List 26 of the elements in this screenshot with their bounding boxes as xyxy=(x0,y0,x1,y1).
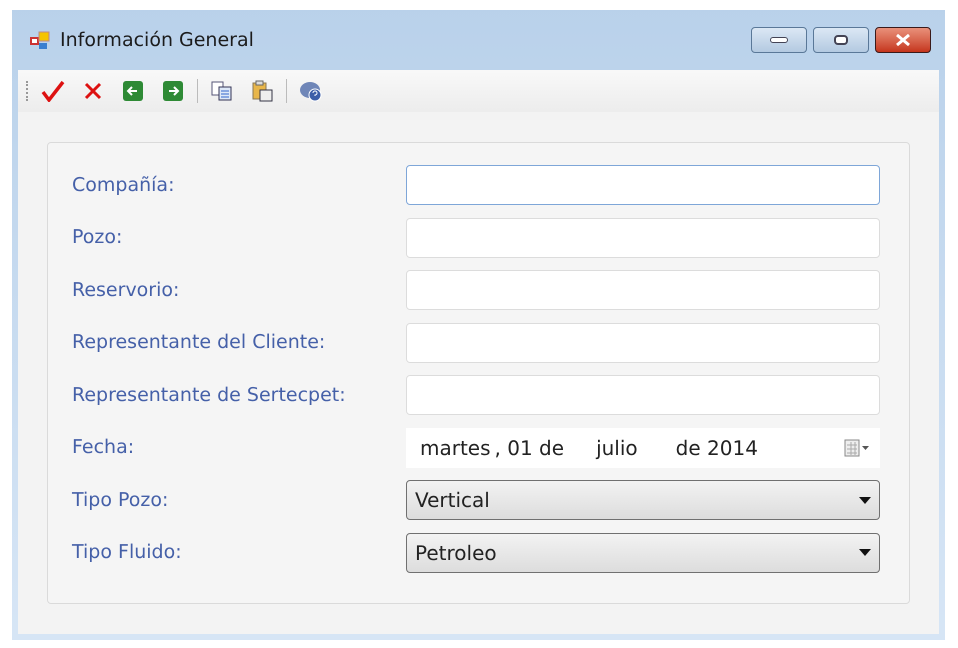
date-part: , 01 de xyxy=(494,434,564,462)
dropdown[interactable]: Petroleo xyxy=(406,532,880,572)
close-button[interactable] xyxy=(875,27,931,53)
app-icon xyxy=(30,29,52,51)
date-part: de 2014 xyxy=(676,434,758,462)
field-label: Reservorio: xyxy=(72,278,180,303)
minimize-button[interactable] xyxy=(751,27,807,53)
maximize-button[interactable] xyxy=(813,27,869,53)
calendar-dropdown-icon[interactable] xyxy=(844,438,870,456)
dropdown[interactable]: Vertical xyxy=(406,480,880,520)
caret-icon xyxy=(859,496,871,504)
field-label: Representante de Sertecpet: xyxy=(72,382,347,408)
date-part: julio xyxy=(596,434,638,462)
text-field[interactable] xyxy=(406,165,880,205)
date-picker[interactable]: martes , 01 de julio de 2014 xyxy=(406,428,880,468)
date-part: martes xyxy=(420,434,491,462)
window-title: Información General xyxy=(60,28,254,53)
field-label: Pozo: xyxy=(72,225,124,250)
toolbar-grip xyxy=(26,81,29,101)
field-label: Fecha: xyxy=(72,435,136,460)
field-label: Compañía: xyxy=(72,172,176,198)
field-label: Tipo Pozo: xyxy=(72,488,170,513)
field-label: Representante del Cliente: xyxy=(72,330,326,356)
caret-icon xyxy=(859,549,871,556)
close-icon xyxy=(895,34,911,46)
field-label: Tipo Fluido: xyxy=(72,540,183,566)
